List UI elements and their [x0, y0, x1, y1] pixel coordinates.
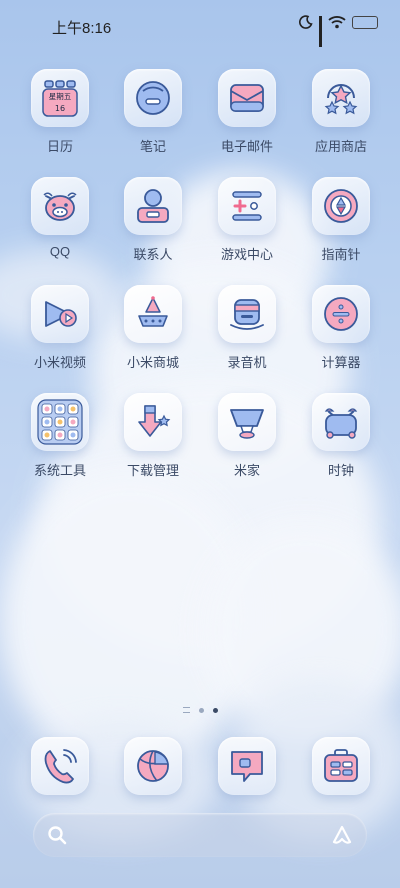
mi-store-icon: [138, 296, 168, 327]
app-label: 电子邮件: [220, 139, 273, 154]
app-store-tile[interactable]: [312, 69, 370, 127]
app-system-tools-folder[interactable]: 系统工具: [15, 393, 105, 479]
app-calculator[interactable]: 计算器: [296, 285, 386, 371]
messages-tile[interactable]: [218, 737, 276, 795]
app-game-center[interactable]: 游戏中心: [202, 177, 292, 263]
app-download-manager[interactable]: 下载管理: [108, 393, 198, 479]
app-label: 米家: [233, 463, 260, 478]
assistant-icon[interactable]: [331, 825, 353, 845]
clock-tile[interactable]: [312, 393, 370, 451]
app-label: 笔记: [139, 139, 166, 154]
app-mi-video[interactable]: 小米视频: [15, 285, 105, 371]
app-label: 应用商店: [314, 139, 367, 154]
dock-toolbox[interactable]: [296, 737, 386, 795]
calculator-icon: [324, 297, 358, 331]
toolbox-tile[interactable]: [312, 737, 370, 795]
calendar-icon: 星期五 16: [42, 80, 78, 117]
status-time: 上午8:16: [52, 20, 112, 37]
system-tools-folder-icon: [37, 399, 83, 445]
notes-tile[interactable]: [124, 69, 182, 127]
search-bar[interactable]: [33, 813, 367, 857]
email-icon: [230, 84, 264, 112]
calendar-day: 16: [55, 104, 65, 113]
dock-messages[interactable]: [202, 737, 292, 795]
toolbox-icon: [324, 749, 358, 782]
mi-store-tile[interactable]: [124, 285, 182, 343]
app-label: 时钟: [327, 463, 354, 478]
recorder-tile[interactable]: [218, 285, 276, 343]
game-center-tile[interactable]: [218, 177, 276, 235]
browser-icon: [137, 750, 169, 782]
app-label: 日历: [46, 139, 73, 154]
app-email[interactable]: 电子邮件: [202, 69, 292, 155]
app-label: 小米视频: [33, 355, 86, 370]
app-label: 计算器: [321, 355, 361, 370]
messages-icon: [231, 751, 263, 782]
download-manager-icon: [138, 405, 171, 437]
app-qq[interactable]: QQ: [15, 177, 105, 259]
video-icon: [45, 301, 77, 327]
page-indicator-menu[interactable]: [182, 707, 190, 713]
app-recorder[interactable]: 录音机: [202, 285, 292, 371]
app-label: 录音机: [227, 355, 267, 370]
app-store[interactable]: 应用商店: [296, 69, 386, 155]
contacts-icon: [137, 189, 169, 223]
game-center-icon: [232, 191, 262, 221]
app-mijia[interactable]: 米家: [202, 393, 292, 479]
qq-icon: [43, 192, 77, 221]
app-mi-store[interactable]: 小米商城: [108, 285, 198, 371]
page-indicator[interactable]: [0, 707, 400, 713]
app-label: 指南针: [321, 247, 361, 262]
dock-phone[interactable]: [15, 737, 105, 795]
app-label: QQ: [49, 244, 71, 259]
app-label: 系统工具: [33, 463, 86, 478]
email-tile[interactable]: [218, 69, 276, 127]
app-label: 游戏中心: [220, 247, 273, 262]
app-compass[interactable]: 指南针: [296, 177, 386, 263]
compass-tile[interactable]: [312, 177, 370, 235]
battery-icon: [352, 15, 378, 29]
video-tile[interactable]: [31, 285, 89, 343]
app-label: 下载管理: [126, 463, 179, 478]
calendar-weekday: 星期五: [49, 92, 72, 101]
app-clock[interactable]: 时钟: [296, 393, 386, 479]
qq-tile[interactable]: [31, 177, 89, 235]
signal-icon: [319, 16, 322, 47]
compass-icon: [324, 189, 358, 223]
clock-icon: [324, 408, 358, 439]
app-label: 小米商城: [126, 355, 179, 370]
system-tools-tile[interactable]: [31, 393, 89, 451]
search-icon[interactable]: [47, 825, 67, 845]
mijia-icon: [230, 409, 264, 439]
page-dot-1[interactable]: [198, 707, 204, 713]
notes-icon: [136, 81, 170, 115]
phone-icon: [44, 749, 77, 784]
app-notes[interactable]: 笔记: [108, 69, 198, 155]
dock-browser[interactable]: [108, 737, 198, 795]
contacts-tile[interactable]: [124, 177, 182, 235]
calculator-tile[interactable]: [312, 285, 370, 343]
mijia-tile[interactable]: [218, 393, 276, 451]
wifi-icon: [328, 15, 346, 29]
calendar-tile[interactable]: 星期五 16: [31, 69, 89, 127]
browser-tile[interactable]: [124, 737, 182, 795]
moon-icon: [299, 15, 313, 29]
status-bar: 上午8:16: [0, 0, 400, 52]
app-label: 联系人: [133, 247, 173, 262]
app-contacts[interactable]: 联系人: [108, 177, 198, 263]
download-manager-tile[interactable]: [124, 393, 182, 451]
app-store-icon: [324, 84, 358, 115]
page-dot-2[interactable]: [212, 707, 218, 713]
recorder-icon: [230, 299, 264, 330]
phone-tile[interactable]: [31, 737, 89, 795]
app-calendar[interactable]: 星期五 16 日历: [15, 69, 105, 155]
